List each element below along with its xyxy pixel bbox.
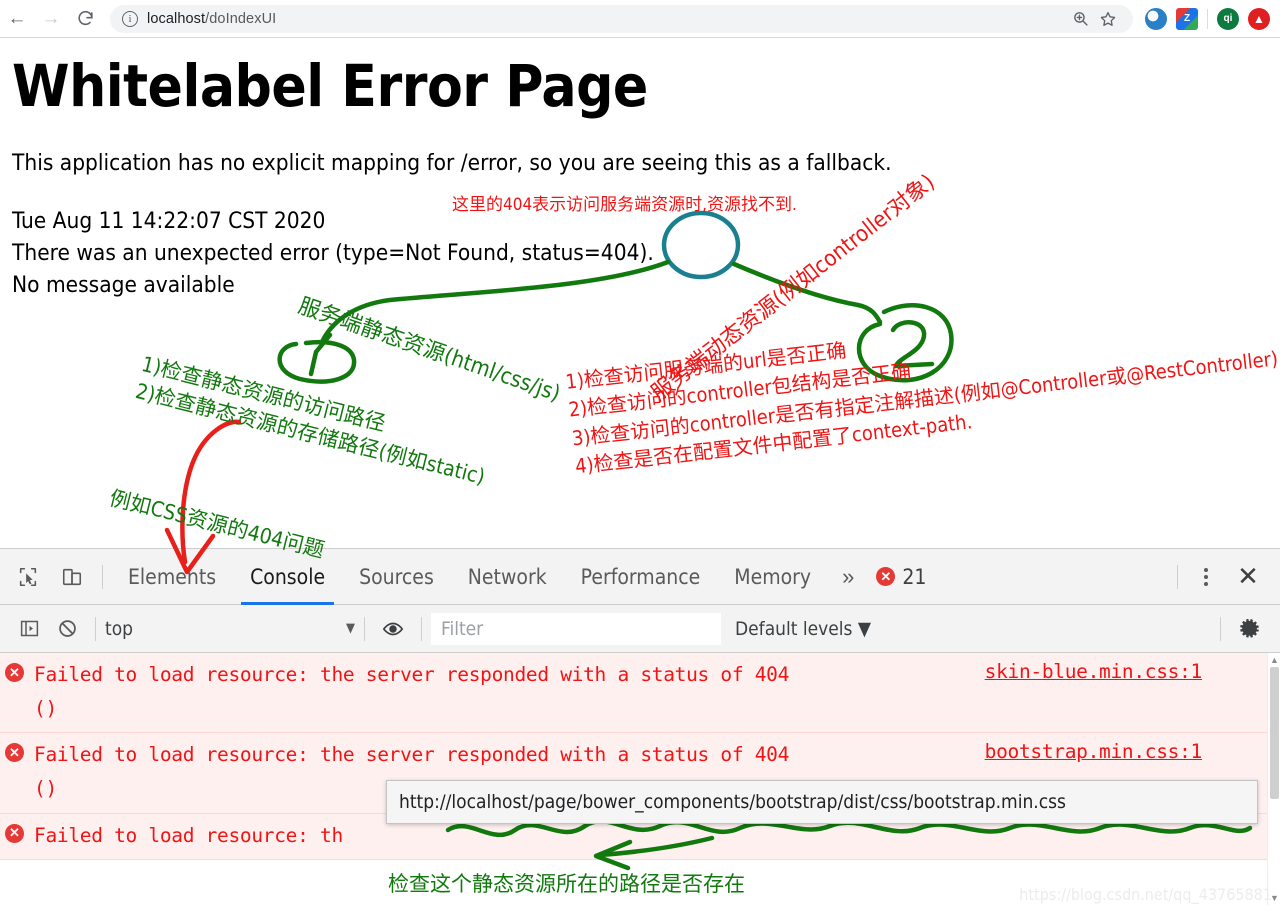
tab-sources[interactable]: Sources [342,549,451,605]
toolbar-divider [95,616,96,641]
browser-toolbar: ← → i localhost/doIndexUI Z qi ▲ [0,0,1280,38]
tab-memory[interactable]: Memory [717,549,828,605]
error-count-badge[interactable]: ✕ 21 [876,565,926,589]
zoom-in-icon[interactable] [1067,6,1093,32]
toolbar-divider [1177,564,1178,589]
star-icon[interactable] [1095,6,1121,32]
chevron-down-icon: ▼ [857,617,872,640]
toolbar-divider [1207,8,1208,29]
console-output[interactable]: ✕ Failed to load resource: the server re… [0,653,1280,905]
url-tooltip-text: http://localhost/page/bower_components/b… [399,791,1066,813]
address-bar-url: localhost/doIndexUI [147,11,276,27]
scrollbar-thumb[interactable] [1270,667,1279,799]
chevron-down-icon: ▼ [346,621,355,636]
console-source-link[interactable]: skin-blue.min.css:1 [985,660,1203,683]
device-toolbar-icon[interactable] [50,555,94,599]
log-levels-select[interactable]: Default levels ▼ [735,618,871,640]
url-path: /doIndexUI [205,10,277,27]
tab-console[interactable]: Console [233,549,342,605]
toolbar-divider [102,564,103,589]
error-page-content: Whitelabel Error Page This application h… [0,38,1280,548]
info-circle-icon[interactable]: i [122,10,138,27]
toolbar-divider [1220,616,1221,641]
log-levels-label: Default levels [735,617,853,640]
error-detail-text: There was an unexpected error (type=Not … [12,239,654,266]
execution-context-select[interactable]: top ▼ [105,618,355,640]
chevron-double-right-icon[interactable]: » [828,564,868,590]
extension-blue-circle-icon[interactable] [1145,7,1167,30]
gear-icon[interactable] [1230,609,1270,649]
extension-colorful-z-icon[interactable]: Z [1176,7,1198,30]
error-timestamp: Tue Aug 11 14:22:07 CST 2020 [12,207,326,234]
console-row[interactable]: ✕ Failed to load resource: the server re… [0,653,1280,734]
tab-network[interactable]: Network [451,549,564,605]
inspect-cursor-icon[interactable] [6,555,50,599]
devtools-panel: Elements Console Sources Network Perform… [0,548,1280,908]
error-circle-icon: ✕ [5,663,24,682]
toolbar-divider [364,616,365,641]
close-icon[interactable]: ✕ [1226,555,1270,599]
devtools-tabbar: Elements Console Sources Network Perform… [0,549,1280,605]
console-scrollbar[interactable]: ▲ ▼ [1267,653,1280,905]
page-intro-text: This application has no explicit mapping… [12,149,892,176]
reload-icon[interactable] [68,2,102,36]
tab-performance[interactable]: Performance [564,549,718,605]
execution-context-value: top [105,617,134,640]
back-icon[interactable]: ← [0,2,34,36]
console-filter-toolbar: top ▼ Default levels ▼ [0,605,1280,653]
toolbar-divider [421,616,422,641]
address-bar[interactable]: i localhost/doIndexUI [110,4,1133,33]
filter-input[interactable] [431,612,721,645]
extensions-area: Z qi ▲ [1139,7,1280,30]
scroll-up-arrow-icon[interactable]: ▲ [1270,655,1279,665]
kebab-menu-icon[interactable] [1186,555,1226,599]
extension-qi-icon[interactable]: qi [1217,7,1239,30]
forward-icon[interactable]: → [34,2,68,36]
url-host: localhost [147,10,206,27]
error-circle-icon: ✕ [5,743,24,763]
console-sidebar-icon[interactable] [10,610,48,648]
error-circle-icon: ✕ [5,823,24,843]
error-circle-icon: ✕ [876,567,896,586]
watermark: https://blog.csdn.net/qq_43765881 [1019,885,1272,904]
url-tooltip: http://localhost/page/bower_components/b… [386,780,1258,824]
live-expression-eye-icon[interactable] [374,610,412,648]
page-title: Whitelabel Error Page [12,52,648,120]
error-message-text: No message available [12,271,235,298]
extension-red-arrow-icon[interactable]: ▲ [1248,7,1270,30]
console-message-continuation: () [34,697,57,721]
clear-console-icon[interactable] [48,610,86,648]
tab-elements[interactable]: Elements [111,549,233,605]
error-count-label: 21 [902,564,927,589]
console-source-link[interactable]: bootstrap.min.css:1 [985,740,1203,763]
